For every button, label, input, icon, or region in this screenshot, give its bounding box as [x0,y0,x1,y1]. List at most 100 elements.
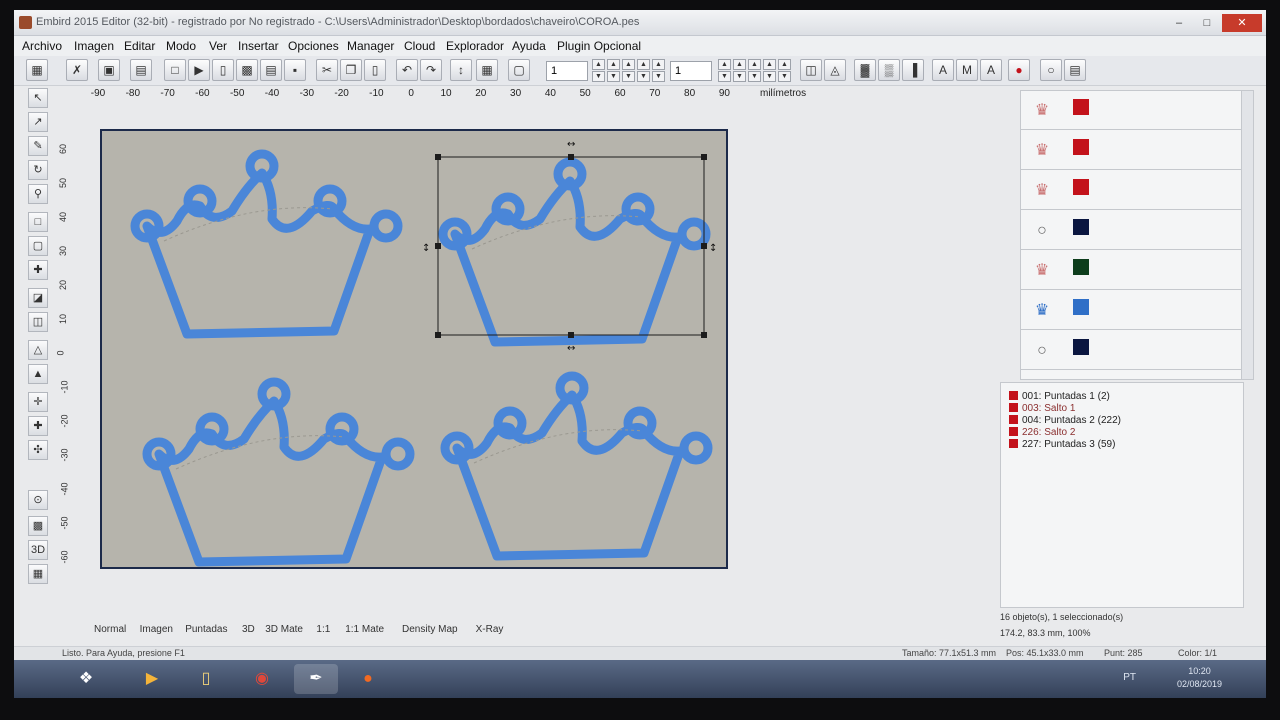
color-list-item[interactable]: ♛ [1021,251,1241,290]
arrow-up-icon[interactable]: ▲ [622,59,635,70]
media-player-icon[interactable]: ▶ [130,664,174,694]
step-field-2[interactable]: 1 [670,61,712,81]
color-list-item[interactable]: ○ [1021,211,1241,250]
satin-icon[interactable]: ▒ [878,59,900,81]
arrow-down-icon[interactable]: ▼ [733,71,746,82]
grid-icon[interactable]: ▤ [130,59,152,81]
text-outline-icon[interactable]: A [980,59,1002,81]
design-canvas[interactable]: ↔ ↔ ↕ ↕ [100,129,728,569]
view-tab[interactable]: X-Ray [476,624,504,635]
view-tab[interactable]: Normal [94,624,126,635]
brush-icon[interactable]: ✎ [28,136,48,156]
frame-icon[interactable]: ▢ [508,59,530,81]
shape-icon[interactable]: △ [28,340,48,360]
selection-handle[interactable] [701,243,707,249]
lock-icon[interactable]: ▤ [1064,59,1086,81]
arrow-up-icon[interactable]: ▲ [637,59,650,70]
arrow-down-icon[interactable]: ▼ [718,71,731,82]
step-field-1[interactable]: 1 [546,61,588,81]
view-tab[interactable]: 1:1 Mate [345,624,384,635]
crown-design-4[interactable] [445,376,708,556]
cross-move-icon[interactable]: ✣ [28,440,48,460]
arrow-down-icon[interactable]: ▼ [652,71,665,82]
view-tab[interactable]: Puntadas [185,624,227,635]
print-icon[interactable]: ▤ [260,59,282,81]
selection-handle[interactable] [435,243,441,249]
open-folder-icon[interactable]: ▯ [212,59,234,81]
selection-handle[interactable] [568,332,574,338]
stitch-fill-icon[interactable]: ▓ [854,59,876,81]
arrow-up-icon[interactable]: ▲ [592,59,605,70]
maximize-button[interactable]: □ [1194,14,1220,32]
language-indicator[interactable]: PT [1123,672,1136,683]
resize-arrow-icon[interactable]: ↕ [709,243,717,254]
realistic-view-icon[interactable]: ▦ [28,564,48,584]
arrow-down-icon[interactable]: ▼ [607,71,620,82]
open-file-icon[interactable]: ▶ [188,59,210,81]
arrow-up-icon[interactable]: ▲ [778,59,791,70]
resize-icon[interactable]: ↕ [450,59,472,81]
file-explorer-icon[interactable]: ▯ [184,664,228,694]
square-icon[interactable]: ▩ [28,516,48,536]
arrow-down-icon[interactable]: ▼ [637,71,650,82]
sequence-item[interactable]: 003: Salto 1 [1009,403,1075,414]
embird-task-icon[interactable]: ✒ [294,664,338,694]
view-tab[interactable]: 3D [242,624,255,635]
cut-tool-icon[interactable]: ✗ [66,59,88,81]
arrow-down-icon[interactable]: ▼ [778,71,791,82]
view-tab[interactable]: Density Map [402,624,458,635]
text-m-icon[interactable]: M [956,59,978,81]
view-tab[interactable]: 3D Mate [265,624,303,635]
arrow-up-icon[interactable]: ▲ [607,59,620,70]
menu-plugin-opcional[interactable]: Plugin Opcional [557,39,641,53]
selection-handle[interactable] [435,332,441,338]
select-tool-icon[interactable]: ▦ [26,59,48,81]
move-icon[interactable]: ✚ [28,260,48,280]
transform-icon[interactable]: ▦ [476,59,498,81]
stitch-point-icon[interactable]: ⊙ [28,490,48,510]
resize-arrow-icon[interactable]: ↔ [567,139,575,150]
color-list-scrollbar[interactable] [1241,91,1253,379]
sequence-item[interactable]: 001: Puntadas 1 (2) [1009,391,1110,402]
sequence-item[interactable]: 226: Salto 2 [1009,427,1075,438]
crown-design-3[interactable] [147,382,410,562]
thread-color-swatch[interactable] [1073,99,1089,115]
arrow-down-icon[interactable]: ▼ [748,71,761,82]
arrow-up-icon[interactable]: ▲ [718,59,731,70]
center-icon[interactable]: ✛ [28,392,48,412]
menu-editar[interactable]: Editar [124,39,155,53]
mirror-v-icon[interactable]: ◫ [28,312,48,332]
menu-archivo[interactable]: Archivo [22,39,62,53]
mirror-h-icon[interactable]: ◪ [28,288,48,308]
arrow-up-icon[interactable]: ▲ [652,59,665,70]
text-a-icon[interactable]: A [932,59,954,81]
thread-color-swatch[interactable] [1073,219,1089,235]
undo-icon[interactable]: ↶ [396,59,418,81]
crown-design-1[interactable] [135,154,398,334]
arrow-down-icon[interactable]: ▼ [763,71,776,82]
menu-cloud[interactable]: Cloud [404,39,435,53]
sequence-item[interactable]: 004: Puntadas 2 (222) [1009,415,1121,426]
pointer-icon[interactable]: ↖ [28,88,48,108]
hoop-icon[interactable]: ○ [1040,59,1062,81]
color-list-item[interactable]: ♛ [1021,91,1241,130]
color-icon[interactable]: ● [1008,59,1030,81]
menu-opciones[interactable]: Opciones [288,39,339,53]
resize-arrow-icon[interactable]: ↕ [422,243,430,254]
view-tab[interactable]: 1:1 [316,624,330,635]
thread-color-swatch[interactable] [1073,139,1089,155]
selection-handle[interactable] [435,154,441,160]
arrow-up-icon[interactable]: ▲ [763,59,776,70]
triangle-icon[interactable]: ▲ [28,364,48,384]
export-icon[interactable]: ▪ [284,59,306,81]
menu-insertar[interactable]: Insertar [238,39,279,53]
thread-color-swatch[interactable] [1073,339,1089,355]
cross-icon[interactable]: ✚ [28,416,48,436]
firefox-icon[interactable]: ● [346,664,390,694]
distribute-icon[interactable]: ◬ [824,59,846,81]
color-list-item[interactable]: ♛ [1021,291,1241,330]
arrow-down-icon[interactable]: ▼ [592,71,605,82]
thread-color-swatch[interactable] [1073,299,1089,315]
view-tab[interactable]: Imagen [140,624,173,635]
zoom-icon[interactable]: ⚲ [28,184,48,204]
